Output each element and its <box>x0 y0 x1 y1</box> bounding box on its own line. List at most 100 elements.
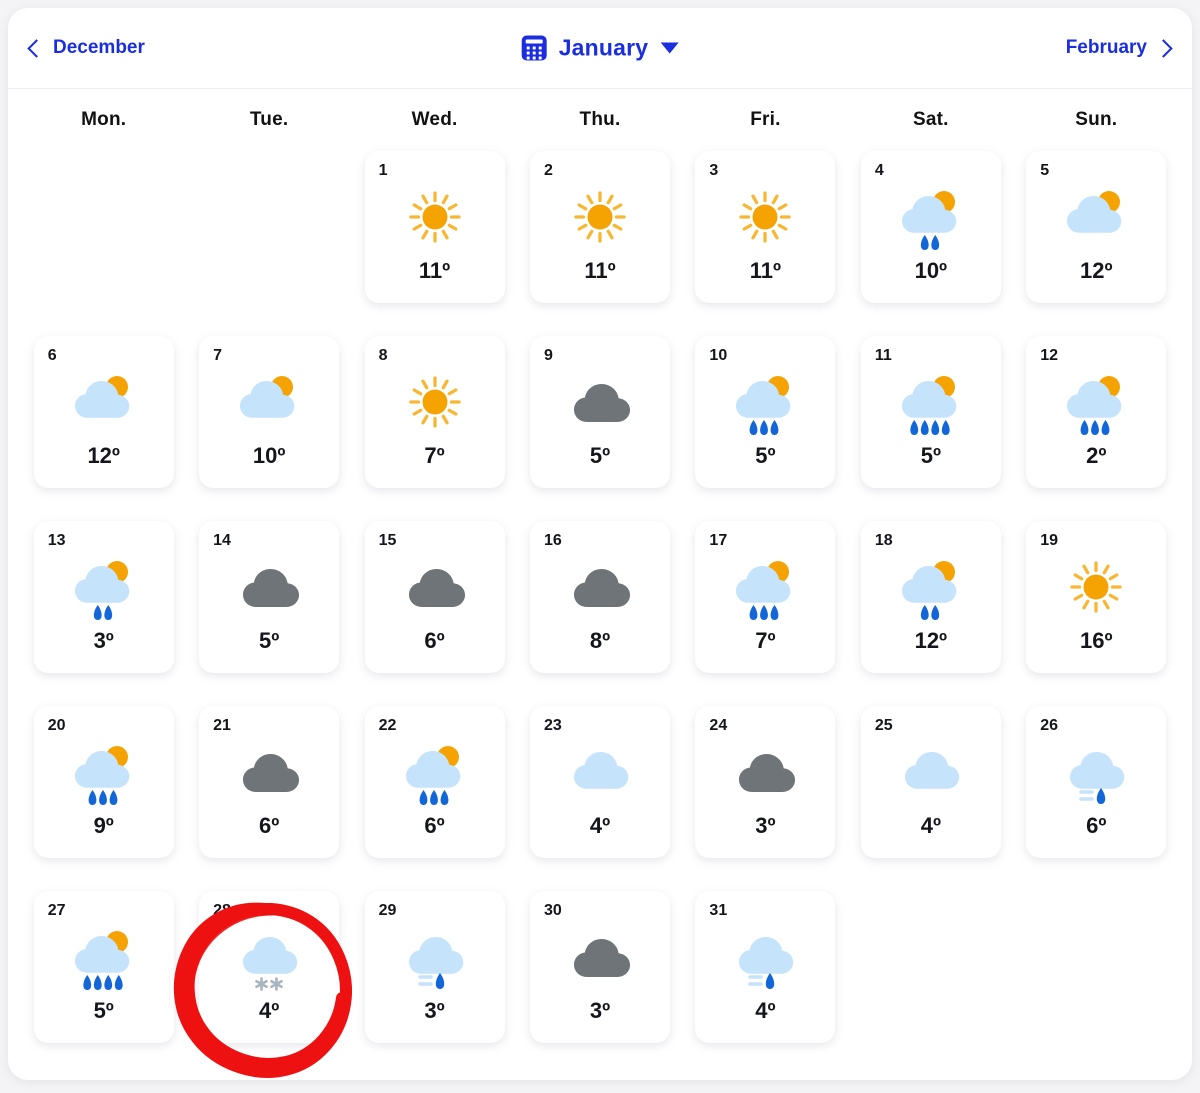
day-card-22[interactable]: 22 6º <box>365 706 505 858</box>
weather-sun-cloud-rain-icon <box>34 555 174 619</box>
day-temperature: 7º <box>365 443 505 469</box>
day-card-8[interactable]: 8 7º <box>365 336 505 488</box>
weather-icon-art <box>894 741 968 803</box>
day-number: 5 <box>1040 162 1049 180</box>
day-number: 7 <box>213 347 222 365</box>
weather-icon-art <box>728 741 802 803</box>
weather-sun-icon <box>530 185 670 249</box>
weather-icon-art <box>398 556 472 618</box>
day-card-17[interactable]: 17 7º <box>695 521 835 673</box>
weather-icon-art <box>894 186 968 248</box>
day-number: 11 <box>875 347 892 365</box>
weekday-label-6: Sun. <box>1014 109 1179 131</box>
weather-icon-art <box>563 371 637 433</box>
day-card-4[interactable]: 4 10º <box>861 151 1001 303</box>
weekday-label-2: Wed. <box>352 109 517 131</box>
calendar-cell: 3 11º <box>683 151 848 336</box>
weather-icon-art <box>563 741 637 803</box>
day-card-11[interactable]: 11 5º <box>861 336 1001 488</box>
empty-cell <box>21 151 186 336</box>
day-card-2[interactable]: 2 11º <box>530 151 670 303</box>
day-card-29[interactable]: 29 3º <box>365 891 505 1043</box>
weather-cloud-light-icon <box>861 740 1001 804</box>
day-number: 28 <box>213 902 231 920</box>
calendar-cell: 8 7º <box>352 336 517 521</box>
day-card-31[interactable]: 31 4º <box>695 891 835 1043</box>
weather-sun-cloud-icon <box>34 370 174 434</box>
weather-sun-cloud-rain-icon <box>695 370 835 434</box>
prev-month-button[interactable]: December <box>30 37 145 59</box>
weather-cloud-drizzle-icon <box>695 925 835 989</box>
day-card-1[interactable]: 1 11º <box>365 151 505 303</box>
day-temperature: 5º <box>695 443 835 469</box>
day-card-9[interactable]: 9 5º <box>530 336 670 488</box>
day-number: 3 <box>709 162 718 180</box>
next-month-button[interactable]: February <box>1066 37 1170 59</box>
calendar-cell: 14 5º <box>186 521 351 706</box>
day-card-27[interactable]: 27 5º <box>34 891 174 1043</box>
day-temperature: 5º <box>199 628 339 654</box>
day-card-13[interactable]: 13 3º <box>34 521 174 673</box>
weather-icon-art <box>563 186 637 248</box>
day-number: 21 <box>213 717 231 735</box>
day-card-20[interactable]: 20 9º <box>34 706 174 858</box>
weather-sun-icon <box>365 185 505 249</box>
day-card-23[interactable]: 23 4º <box>530 706 670 858</box>
day-card-16[interactable]: 16 8º <box>530 521 670 673</box>
weekday-header-row: Mon.Tue.Wed.Thu.Fri.Sat.Sun. <box>8 89 1192 151</box>
month-selector[interactable]: January <box>522 35 679 62</box>
day-card-25[interactable]: 25 4º <box>861 706 1001 858</box>
day-temperature: 11º <box>365 258 505 284</box>
day-temperature: 6º <box>365 813 505 839</box>
weather-sun-cloud-icon <box>199 370 339 434</box>
weather-icon-art <box>67 371 141 433</box>
calendar-cell: 7 10º <box>186 336 351 521</box>
weather-icon-art <box>728 371 802 433</box>
day-card-21[interactable]: 21 6º <box>199 706 339 858</box>
day-card-7[interactable]: 7 10º <box>199 336 339 488</box>
day-card-26[interactable]: 26 6º <box>1026 706 1166 858</box>
weather-sun-cloud-rain-icon <box>695 555 835 619</box>
day-temperature: 8º <box>530 628 670 654</box>
calendar-cell: 27 5º <box>21 891 186 1076</box>
calendar-cell: 28 4º <box>186 891 351 1076</box>
weather-cloud-gray-icon <box>530 370 670 434</box>
day-card-18[interactable]: 18 12º <box>861 521 1001 673</box>
day-card-5[interactable]: 5 12º <box>1026 151 1166 303</box>
weather-sun-icon <box>1026 555 1166 619</box>
day-card-14[interactable]: 14 5º <box>199 521 339 673</box>
day-card-6[interactable]: 6 12º <box>34 336 174 488</box>
day-card-3[interactable]: 3 11º <box>695 151 835 303</box>
day-number: 25 <box>875 717 893 735</box>
day-card-24[interactable]: 24 3º <box>695 706 835 858</box>
day-temperature: 4º <box>861 813 1001 839</box>
weather-sun-cloud-rain-icon <box>861 185 1001 249</box>
day-temperature: 9º <box>34 813 174 839</box>
day-card-12[interactable]: 12 2º <box>1026 336 1166 488</box>
weekday-label-5: Sat. <box>848 109 1013 131</box>
day-number: 1 <box>379 162 388 180</box>
day-number: 31 <box>709 902 727 920</box>
calendar-cell: 25 4º <box>848 706 1013 891</box>
weather-cloud-light-icon <box>530 740 670 804</box>
day-temperature: 3º <box>34 628 174 654</box>
day-temperature: 3º <box>530 998 670 1024</box>
day-card-19[interactable]: 19 16º <box>1026 521 1166 673</box>
calendar-cell: 6 12º <box>21 336 186 521</box>
chevron-down-icon[interactable] <box>660 43 678 54</box>
weekday-label-1: Tue. <box>186 109 351 131</box>
day-card-30[interactable]: 30 3º <box>530 891 670 1043</box>
weather-icon-art <box>232 371 306 433</box>
day-temperature: 6º <box>365 628 505 654</box>
day-temperature: 11º <box>530 258 670 284</box>
calendar-cell: 30 3º <box>517 891 682 1076</box>
day-card-10[interactable]: 10 5º <box>695 336 835 488</box>
weather-cloud-snow-icon <box>199 925 339 989</box>
calendar-cell: 21 6º <box>186 706 351 891</box>
weather-cloud-gray-icon <box>365 555 505 619</box>
day-card-15[interactable]: 15 6º <box>365 521 505 673</box>
day-temperature: 3º <box>695 813 835 839</box>
day-card-28[interactable]: 28 4º <box>199 891 339 1043</box>
weather-sun-cloud-rain-icon <box>365 740 505 804</box>
day-temperature: 16º <box>1026 628 1166 654</box>
